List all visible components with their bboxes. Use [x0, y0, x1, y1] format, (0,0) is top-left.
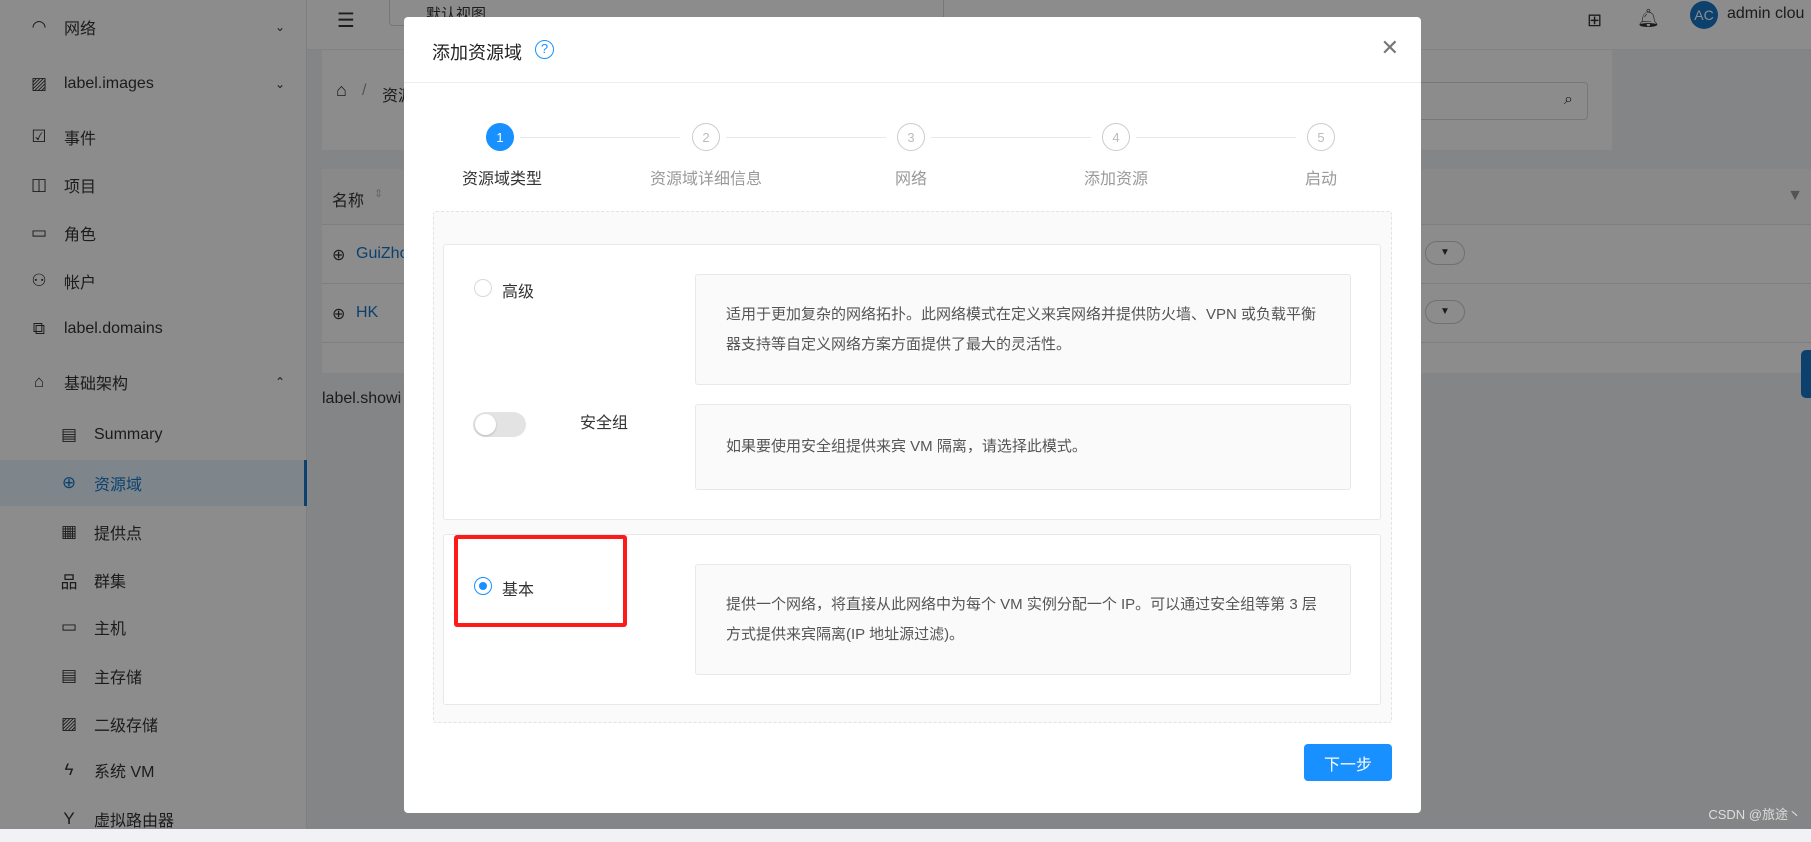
advanced-desc-text: 适用于更加复杂的网络拓扑。此网络模式在定义来宾网络并提供防火墙、VPN 或负载平…	[726, 305, 1317, 353]
step-1-circle: 1	[486, 123, 514, 151]
basic-description: 提供一个网络，将直接从此网络中为每个 VM 实例分配一个 IP。可以通过安全组等…	[695, 564, 1351, 675]
step-connector	[726, 137, 886, 138]
step-connector	[1136, 137, 1296, 138]
add-zone-modal: 添加资源域 ? ✕ 1 2 3 4 5 资源域类型 资源域详细信息 网络 添加资…	[404, 17, 1421, 813]
help-icon[interactable]: ?	[535, 40, 554, 59]
step-5-label: 启动	[1304, 171, 1338, 188]
step-2-circle: 2	[692, 123, 720, 151]
step-5-circle: 5	[1307, 123, 1335, 151]
step-connector	[520, 137, 680, 138]
close-icon[interactable]: ✕	[1381, 35, 1399, 61]
step-1-label: 资源域类型	[461, 171, 543, 188]
step-4-label: 添加资源	[1083, 171, 1149, 188]
step-connector	[931, 137, 1091, 138]
watermark: CSDN @旅途丶	[1708, 807, 1801, 822]
advanced-radio[interactable]	[474, 279, 492, 297]
highlight-box	[454, 535, 627, 627]
modal-title: 添加资源域	[432, 43, 522, 63]
step-2-label: 资源域详细信息	[649, 171, 763, 188]
toggle-knob	[475, 414, 496, 435]
security-group-desc-text: 如果要使用安全组提供来宾 VM 隔离，请选择此模式。	[726, 438, 1087, 455]
step-3-circle: 3	[897, 123, 925, 151]
basic-desc-text: 提供一个网络，将直接从此网络中为每个 VM 实例分配一个 IP。可以通过安全组等…	[726, 595, 1317, 643]
security-group-toggle[interactable]	[473, 412, 526, 437]
security-group-description: 如果要使用安全组提供来宾 VM 隔离，请选择此模式。	[695, 404, 1351, 490]
step-3-label: 网络	[894, 171, 928, 188]
divider	[404, 82, 1421, 83]
advanced-description: 适用于更加复杂的网络拓扑。此网络模式在定义来宾网络并提供防火墙、VPN 或负载平…	[695, 274, 1351, 385]
advanced-label[interactable]: 高级	[502, 278, 534, 302]
step-4-circle: 4	[1102, 123, 1130, 151]
security-group-label: 安全组	[580, 415, 629, 432]
next-button[interactable]: 下一步	[1304, 744, 1392, 781]
